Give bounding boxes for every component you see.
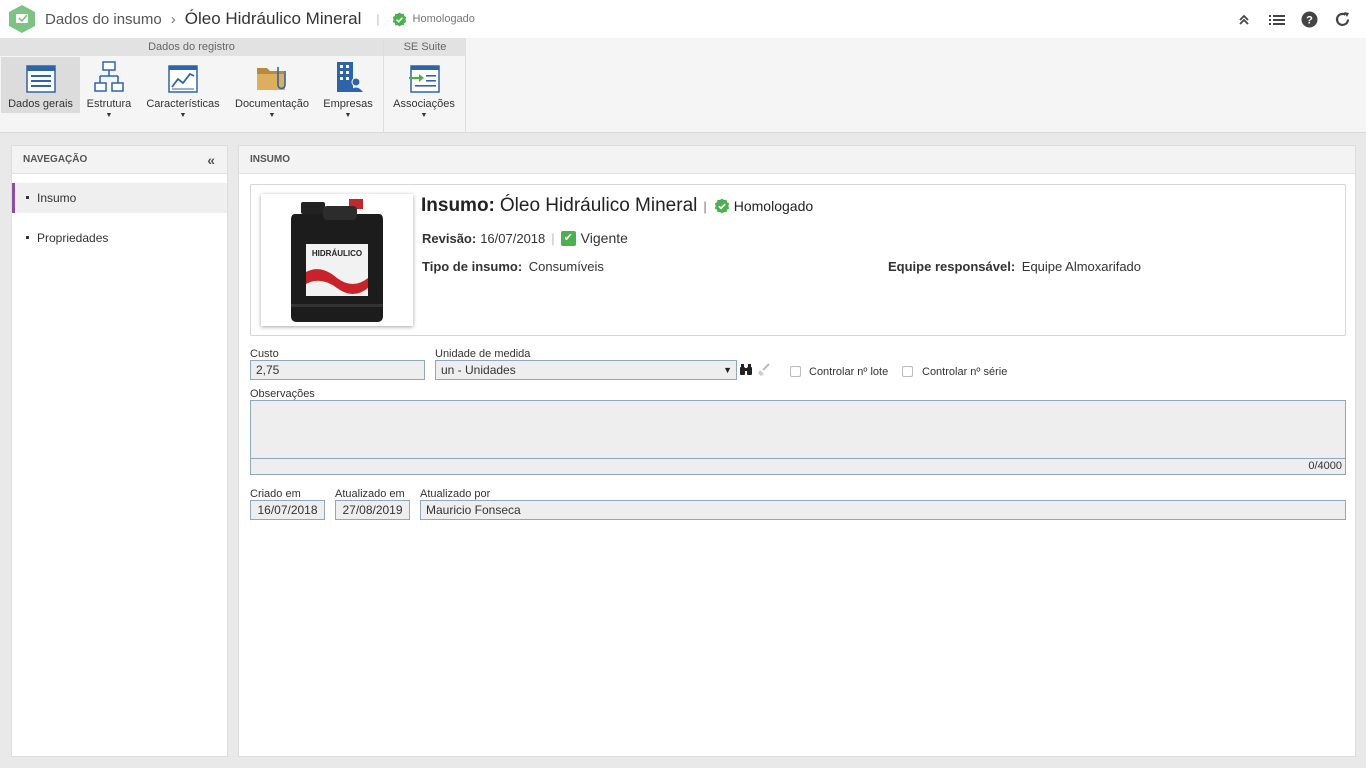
updated-by-field[interactable]: Mauricio Fonseca	[420, 500, 1346, 520]
collapse-left-icon[interactable]: «	[207, 146, 215, 174]
cost-label: Custo	[250, 348, 279, 360]
status-text: Homologado	[412, 13, 475, 25]
main-panel: INSUMO HIDRÁULICO Insumo: Óleo Hidráulic…	[238, 145, 1356, 757]
breadcrumb-root[interactable]: Dados do insumo	[45, 11, 162, 28]
notes-counter: 0/4000	[251, 458, 1345, 474]
team-line: Equipe responsável: Equipe Almoxarifado	[888, 259, 1141, 274]
status-badge: Homologado	[392, 11, 475, 27]
navigation-title: NAVEGAÇÃO	[23, 154, 88, 165]
updated-by-label: Atualizado por	[420, 488, 491, 500]
folder-clip-icon	[232, 61, 312, 93]
ribbon-button-associacoes[interactable]: Associações ▼	[388, 57, 460, 119]
main-panel-title: INSUMO	[250, 154, 290, 165]
ribbon-separator	[465, 38, 466, 133]
team-value: Equipe Almoxarifado	[1021, 259, 1142, 274]
ribbon-toolbar: Dados do registro SE Suite Dados gerais …	[0, 38, 1366, 133]
dropdown-arrow-icon: ▼	[179, 112, 187, 119]
app-logo-icon	[7, 4, 37, 34]
nav-item-propriedades[interactable]: Propriedades	[12, 223, 227, 253]
ribbon-button-label: Associações	[393, 98, 455, 110]
updated-field[interactable]: 27/08/2019	[335, 500, 410, 520]
unit-select-value: un - Unidades	[441, 363, 516, 377]
unit-select[interactable]: un - Unidades ▼	[435, 360, 737, 380]
ribbon-button-empresas[interactable]: Empresas ▼	[320, 57, 376, 119]
dropdown-arrow-icon: ▼	[344, 112, 352, 119]
item-status: Homologado	[714, 198, 813, 214]
item-title: Insumo: Óleo Hidráulico Mineral | Homolo…	[421, 195, 813, 217]
clear-brush-icon[interactable]	[756, 361, 772, 379]
chevron-down-icon: ▼	[723, 365, 732, 375]
cost-field[interactable]: 2,75	[250, 360, 425, 380]
created-field[interactable]: 16/07/2018	[250, 500, 325, 520]
dropdown-arrow-icon: ▼	[268, 112, 276, 119]
serial-control-checkbox[interactable]	[902, 366, 913, 377]
form-icon	[1, 61, 80, 93]
breadcrumb-chevron-icon: ›	[170, 10, 176, 28]
nav-item-insumo[interactable]: Insumo	[12, 183, 227, 213]
photo-label: HIDRÁULICO	[312, 249, 362, 258]
ribbon-button-documentacao[interactable]: Documentação ▼	[232, 57, 312, 119]
created-label: Criado em	[250, 488, 301, 500]
chart-icon	[142, 61, 224, 93]
dropdown-arrow-icon: ▼	[420, 112, 428, 119]
item-status-text: Homologado	[733, 198, 814, 214]
revision-label: Revisão:	[422, 230, 477, 246]
svg-text:?: ?	[1306, 15, 1313, 27]
homologated-badge-icon	[714, 198, 729, 214]
ribbon-group-sesuite: SE Suite	[403, 41, 447, 53]
notes-label: Observações	[250, 388, 315, 400]
building-icon	[320, 61, 376, 93]
revision-value: 16/07/2018	[480, 230, 546, 246]
type-label: Tipo de insumo:	[422, 259, 523, 274]
binoculars-icon[interactable]	[738, 361, 754, 379]
navigation-header: NAVEGAÇÃO «	[12, 146, 227, 174]
unit-label: Unidade de medida	[435, 348, 531, 360]
help-icon[interactable]: ?	[1300, 10, 1319, 29]
page-title: Óleo Hidráulico Mineral	[184, 9, 362, 28]
team-label: Equipe responsável:	[888, 259, 1016, 274]
type-value: Consumíveis	[528, 259, 604, 274]
refresh-icon[interactable]	[1333, 10, 1352, 29]
ribbon-separator	[383, 38, 384, 133]
dropdown-arrow-icon: ▼	[105, 112, 113, 119]
association-icon	[388, 61, 460, 93]
lot-control-checkbox[interactable]	[790, 366, 801, 377]
ribbon-button-label: Documentação	[235, 98, 309, 110]
ribbon-button-label: Características	[146, 98, 220, 110]
main-panel-header: INSUMO	[239, 146, 1355, 174]
notes-textarea[interactable]: 0/4000	[250, 400, 1346, 475]
title-bar: Dados do insumo › Óleo Hidráulico Minera…	[0, 0, 1366, 38]
ribbon-group-registro: Dados do registro	[148, 41, 235, 53]
item-title-value: Óleo Hidráulico Mineral	[499, 195, 698, 216]
type-line: Tipo de insumo: Consumíveis	[422, 259, 604, 274]
ribbon-button-label: Dados gerais	[8, 98, 73, 110]
ribbon-button-estrutura[interactable]: Estrutura ▼	[81, 57, 137, 119]
ribbon-button-caracteristicas[interactable]: Características ▼	[142, 57, 224, 119]
ribbon-button-dados-gerais[interactable]: Dados gerais	[1, 57, 80, 113]
validity-text: Vigente	[580, 230, 628, 246]
ribbon-button-label: Estrutura	[86, 98, 132, 110]
product-photo: HIDRÁULICO	[261, 194, 413, 326]
homologated-badge-icon	[392, 11, 406, 27]
collapse-up-icon[interactable]	[1234, 10, 1253, 29]
lot-control-label: Controlar nº lote	[809, 366, 889, 378]
validity-status: ✔ Vigente	[560, 230, 628, 246]
item-title-label: Insumo:	[421, 195, 495, 216]
navigation-panel: NAVEGAÇÃO « Insumo Propriedades	[11, 145, 228, 757]
ribbon-button-label: Empresas	[323, 98, 373, 110]
item-summary-card: HIDRÁULICO Insumo: Óleo Hidráulico Miner…	[250, 184, 1346, 336]
list-icon[interactable]	[1267, 10, 1286, 29]
check-icon: ✔	[560, 230, 576, 246]
divider: |	[703, 198, 707, 214]
ribbon-groups-header: Dados do registro SE Suite	[0, 38, 1366, 56]
serial-control-label: Controlar nº série	[922, 366, 1008, 378]
divider: |	[551, 230, 555, 246]
structure-icon	[81, 61, 137, 93]
revision-line: Revisão: 16/07/2018 | ✔ Vigente	[422, 230, 628, 246]
updated-label: Atualizado em	[335, 488, 405, 500]
divider: |	[376, 12, 380, 26]
